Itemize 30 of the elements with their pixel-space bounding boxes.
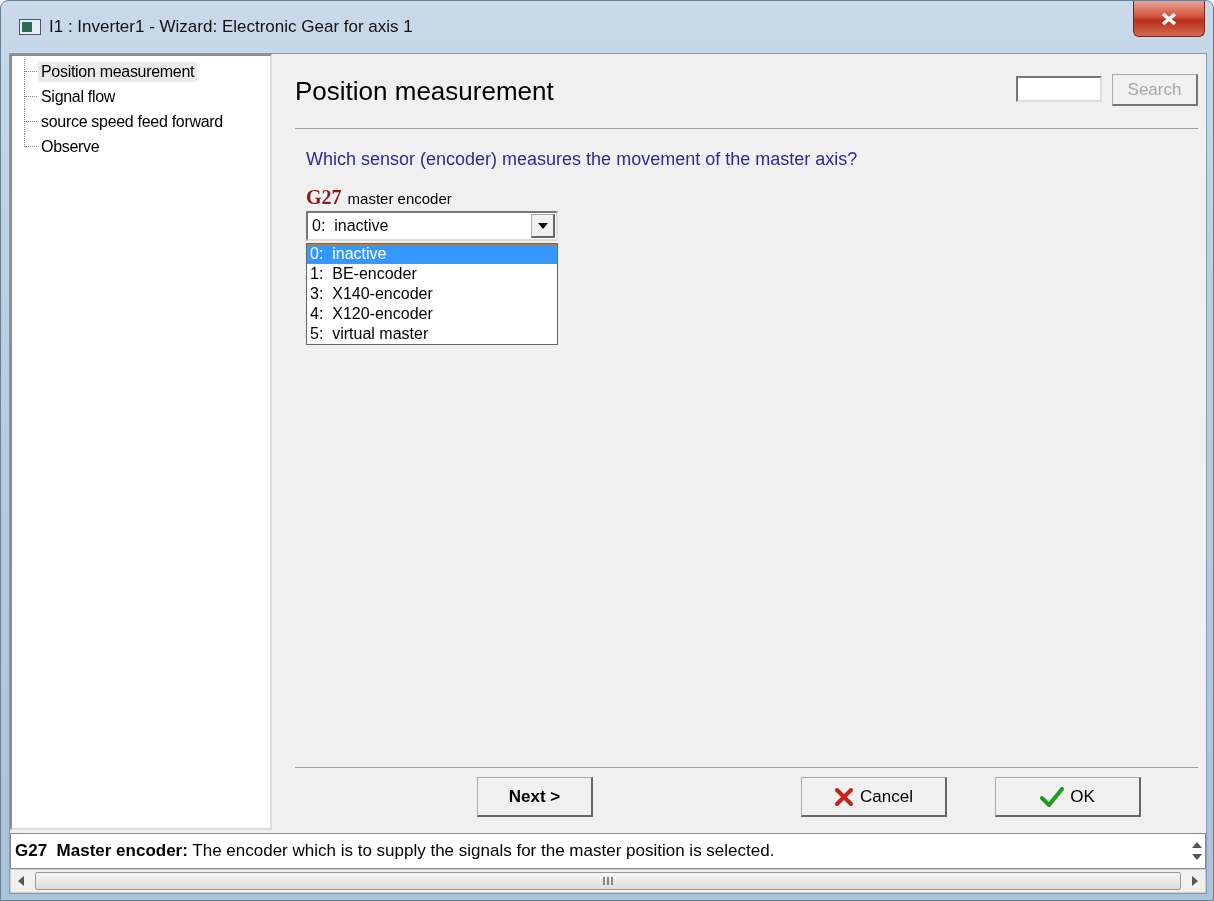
- search-field[interactable]: [1016, 76, 1102, 102]
- right-arrow-icon: [1192, 876, 1198, 886]
- tree-connector: [24, 84, 38, 109]
- tree-item[interactable]: Observe: [38, 136, 103, 157]
- grip-icon: [603, 877, 613, 885]
- question-text: Which sensor (encoder) measures the movement of the master axis?: [306, 149, 859, 170]
- scroll-down-icon[interactable]: [1192, 854, 1202, 860]
- window-title: I1 : Inverter1 - Wizard: Electronic Gear for axis 1: [49, 17, 413, 37]
- caret-icon: [537, 222, 548, 229]
- ok-button[interactable]: OK: [995, 777, 1141, 817]
- check-icon: [1040, 786, 1065, 807]
- app-icon: [19, 19, 41, 35]
- parameter-label: master encoder: [347, 190, 452, 207]
- tree-item[interactable]: Position measurement: [38, 61, 198, 82]
- tree-item[interactable]: source speed feed forward: [38, 111, 226, 132]
- dropdown-value: 0: inactive: [312, 217, 389, 235]
- scroll-thumb[interactable]: [35, 872, 1181, 890]
- dropdown-button[interactable]: [531, 214, 555, 238]
- cancel-button[interactable]: Cancel: [801, 777, 947, 817]
- next-button[interactable]: Next >: [477, 777, 593, 817]
- parameter-code: G27: [306, 186, 342, 209]
- scroll-up-icon[interactable]: [1192, 842, 1202, 848]
- encoder-dropdown[interactable]: 0: inactive: [306, 211, 558, 241]
- tree-item[interactable]: Signal flow: [38, 86, 119, 107]
- cross-icon: [834, 786, 855, 807]
- left-arrow-icon: [18, 876, 24, 886]
- page-title: Position measurement: [295, 75, 554, 107]
- close-button[interactable]: [1133, 1, 1205, 37]
- close-icon: [1160, 11, 1178, 26]
- help-text: G27 Master encoder: The encoder which is to supply the signals for the master position is selected.: [14, 841, 775, 861]
